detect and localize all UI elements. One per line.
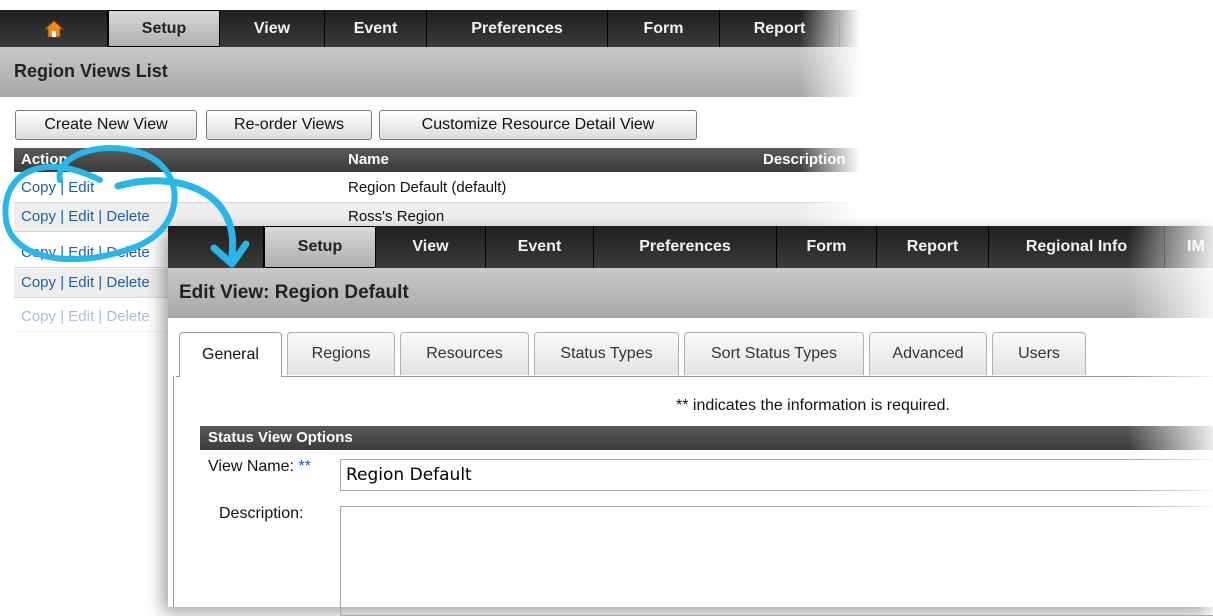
separator: | [94, 208, 107, 225]
row-actions: Copy | Edit | Delete [21, 244, 150, 261]
description-textarea[interactable] [340, 506, 1213, 616]
row-name: Region Default (default) [348, 179, 507, 196]
front-nav-report[interactable]: Report [877, 226, 989, 268]
row-actions: Copy | Edit | Delete [21, 208, 150, 225]
table-row: Copy | Edit Region Default (default) [14, 174, 1213, 203]
copy-link[interactable]: Copy [21, 179, 56, 196]
required-marker: ** [298, 458, 311, 475]
col-description: Description [763, 151, 846, 168]
delete-link[interactable]: Delete [106, 208, 149, 225]
delete-link[interactable]: Delete [106, 274, 149, 291]
back-nav-view[interactable]: View [220, 10, 325, 47]
description-label: Description: [219, 505, 304, 522]
delete-link[interactable]: Delete [106, 244, 149, 261]
home-button[interactable] [0, 10, 108, 47]
separator: | [94, 308, 107, 325]
front-nav-setup[interactable]: Setup [264, 226, 376, 268]
back-nav-setup[interactable]: Setup [108, 10, 220, 47]
separator: | [56, 179, 69, 196]
row-actions: Copy | Edit [21, 179, 94, 196]
page-title: Region Views List [14, 61, 168, 81]
back-nav-form[interactable]: Form [608, 10, 720, 47]
section-title: Status View Options [208, 429, 353, 446]
back-nav-report[interactable]: Report [720, 10, 840, 47]
back-nav-event[interactable]: Event [325, 10, 427, 47]
separator: | [56, 274, 69, 291]
row-actions: Copy | Edit | Delete [21, 274, 150, 291]
front-nav-view[interactable]: View [376, 226, 486, 268]
house-icon [43, 19, 64, 37]
separator: | [56, 208, 69, 225]
tab-status-types[interactable]: Status Types [534, 332, 679, 375]
edit-link[interactable]: Edit [68, 179, 94, 196]
separator: | [94, 244, 107, 261]
customize-resource-detail-view-button[interactable]: Customize Resource Detail View [379, 110, 697, 140]
delete-link[interactable]: Delete [106, 308, 149, 325]
tab-resources[interactable]: Resources [400, 332, 529, 375]
front-top-nav: Setup View Event Preferences Form Report… [168, 226, 1213, 268]
tab-sort-status-types[interactable]: Sort Status Types [684, 332, 864, 375]
copy-link[interactable]: Copy [21, 244, 56, 261]
separator: | [94, 274, 107, 291]
panel-left-border [173, 376, 174, 607]
view-name-label: View Name: ** [208, 458, 311, 476]
row-name: Ross's Region [348, 208, 445, 225]
list-header-row: Action Name Description [14, 148, 1213, 172]
row-actions: Copy | Edit | Delete [21, 308, 150, 325]
tab-bar: General Regions Resources Status Types S… [176, 330, 1213, 377]
reorder-views-button[interactable]: Re-order Views [206, 110, 372, 140]
copy-link[interactable]: Copy [21, 208, 56, 225]
tab-users[interactable]: Users [992, 332, 1086, 375]
back-nav-preferences[interactable]: Preferences [427, 10, 608, 47]
tab-advanced[interactable]: Advanced [869, 332, 987, 375]
page-title: Edit View: Region Default [179, 282, 409, 303]
front-nav-form[interactable]: Form [777, 226, 877, 268]
edit-link[interactable]: Edit [68, 308, 94, 325]
front-title-bar: Edit View: Region Default [168, 268, 1213, 318]
front-nav-regional-info[interactable]: Regional Info [989, 226, 1165, 268]
view-name-label-text: View Name: [208, 458, 294, 475]
back-top-nav: Setup View Event Preferences Form Report [0, 10, 1213, 47]
front-nav-preferences[interactable]: Preferences [594, 226, 777, 268]
edit-link[interactable]: Edit [68, 274, 94, 291]
separator: | [56, 244, 69, 261]
col-name: Name [348, 151, 389, 168]
back-nav-rest [840, 10, 1213, 47]
edit-link[interactable]: Edit [68, 244, 94, 261]
section-header: Status View Options [200, 426, 1213, 450]
edit-link[interactable]: Edit [68, 208, 94, 225]
copy-link[interactable]: Copy [21, 308, 56, 325]
copy-link[interactable]: Copy [21, 274, 56, 291]
separator: | [56, 308, 69, 325]
front-nav-im[interactable]: IM [1165, 226, 1213, 268]
tab-general[interactable]: General [179, 332, 282, 377]
col-action: Action [21, 151, 68, 168]
edit-view-window: Setup View Event Preferences Form Report… [168, 226, 1213, 616]
tab-regions[interactable]: Regions [287, 332, 395, 375]
front-nav-home-area[interactable] [168, 226, 264, 268]
back-title-bar: Region Views List [0, 47, 1213, 97]
create-new-view-button[interactable]: Create New View [15, 110, 197, 140]
required-note: ** indicates the information is required… [676, 397, 950, 414]
view-name-input[interactable] [340, 459, 1213, 491]
front-nav-event[interactable]: Event [486, 226, 594, 268]
